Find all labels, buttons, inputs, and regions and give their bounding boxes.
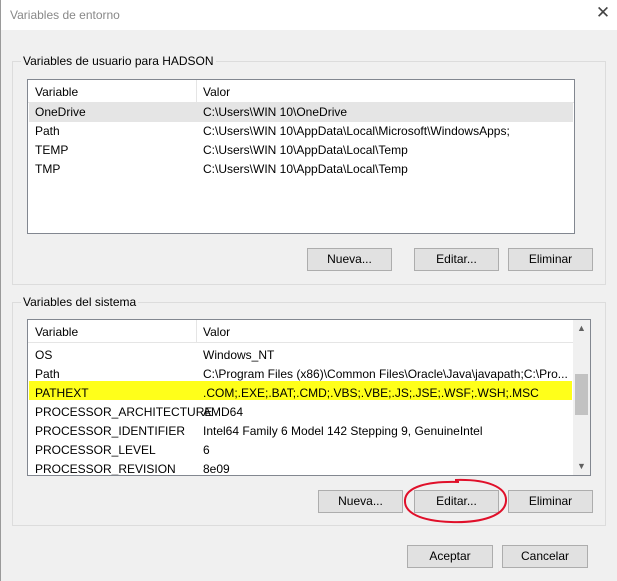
column-header-value[interactable]: Valor [203, 85, 230, 99]
scroll-down-icon[interactable]: ▼ [573, 458, 590, 475]
row-variable: OneDrive [35, 105, 86, 119]
row-variable: OS [35, 348, 53, 362]
row-value: AMD64 [203, 405, 244, 419]
column-divider[interactable] [196, 320, 197, 342]
row-value: 6 [203, 443, 210, 457]
row-value: C:\Users\WIN 10\AppData\Local\Temp [203, 143, 408, 157]
row-value: C:\Program Files (x86)\Common Files\Orac… [203, 367, 568, 381]
system-variables-group-label: Variables del sistema [21, 295, 139, 309]
column-header-value[interactable]: Valor [203, 325, 230, 339]
row-variable: PROCESSOR_ARCHITECTURE [35, 405, 213, 419]
row-variable: PROCESSOR_IDENTIFIER [35, 424, 186, 438]
user-delete-button[interactable]: Eliminar [508, 248, 593, 271]
window-title: Variables de entorno [10, 8, 120, 22]
column-header-variable[interactable]: Variable [35, 325, 78, 339]
column-divider[interactable] [196, 80, 197, 102]
row-value: C:\Users\WIN 10\OneDrive [203, 105, 348, 119]
row-value: Windows_NT [203, 348, 275, 362]
user-variables-group: Variables de usuario para HADSON Variabl… [12, 54, 606, 285]
user-variables-group-label: Variables de usuario para HADSON [21, 54, 216, 68]
row-value: C:\Users\WIN 10\AppData\Local\Temp [203, 162, 408, 176]
button-label: Aceptar [429, 549, 471, 563]
user-variables-list[interactable]: Variable Valor OneDrive C:\Users\WIN 10\… [27, 79, 575, 234]
row-value: C:\Users\WIN 10\AppData\Local\Microsoft\… [203, 124, 510, 138]
close-icon[interactable]: ✕ [595, 4, 611, 21]
button-label: Eliminar [528, 494, 573, 508]
row-variable: Path [35, 124, 60, 138]
button-label: Nueva... [327, 252, 372, 266]
title-bar: Variables de entorno ✕ [1, 0, 617, 30]
table-row[interactable]: OneDrive C:\Users\WIN 10\OneDrive [29, 103, 573, 122]
button-label: Editar... [436, 494, 477, 508]
row-variable: TMP [35, 162, 61, 176]
user-new-button[interactable]: Nueva... [307, 248, 392, 271]
system-variables-group: Variables del sistema Variable Valor OS … [12, 295, 606, 526]
system-edit-button[interactable]: Editar... [414, 490, 499, 513]
list-header: Variable Valor [28, 80, 574, 103]
row-variable: Path [35, 367, 60, 381]
system-delete-button[interactable]: Eliminar [508, 490, 593, 513]
row-variable: PROCESSOR_REVISION [35, 462, 176, 476]
button-label: Eliminar [528, 252, 573, 266]
button-label: Editar... [436, 252, 477, 266]
environment-variables-dialog: Variables de entorno ✕ Variables de usua… [0, 0, 617, 581]
scrollbar-thumb[interactable] [575, 374, 588, 415]
row-value: 8e09 [203, 462, 230, 476]
ok-button[interactable]: Aceptar [407, 545, 493, 568]
row-variable: PROCESSOR_LEVEL [35, 443, 156, 457]
row-value: .COM;.EXE;.BAT;.CMD;.VBS;.VBE;.JS;.JSE;.… [203, 386, 539, 400]
row-variable: PATHEXT [35, 386, 89, 400]
list-header: Variable Valor [28, 320, 573, 343]
system-variables-list[interactable]: Variable Valor OS Windows_NT Path C:\Pro… [27, 319, 591, 476]
button-label: Nueva... [338, 494, 383, 508]
cancel-button[interactable]: Cancelar [502, 545, 588, 568]
row-value: Intel64 Family 6 Model 142 Stepping 9, G… [203, 424, 483, 438]
column-header-variable[interactable]: Variable [35, 85, 78, 99]
system-new-button[interactable]: Nueva... [318, 490, 403, 513]
user-edit-button[interactable]: Editar... [414, 248, 499, 271]
row-variable: TEMP [35, 143, 69, 157]
button-label: Cancelar [520, 549, 570, 563]
scroll-up-icon[interactable]: ▲ [573, 320, 590, 337]
vertical-scrollbar[interactable]: ▲ ▼ [573, 320, 590, 475]
